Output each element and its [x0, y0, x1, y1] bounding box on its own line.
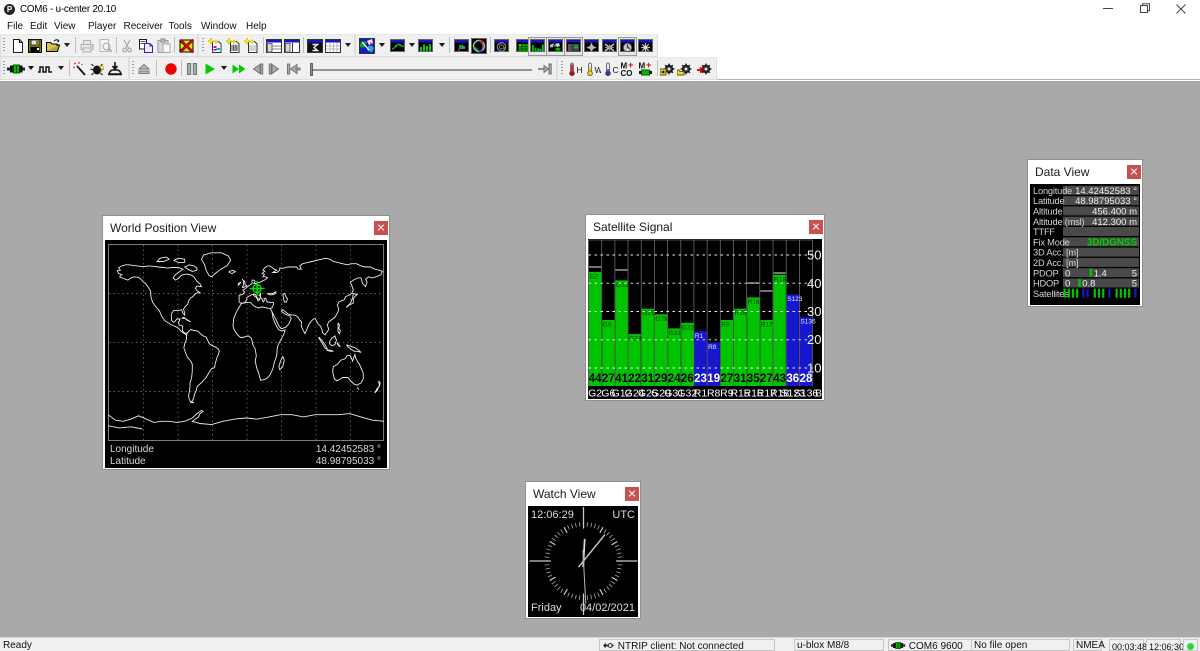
svg-text:19: 19: [707, 373, 720, 385]
svg-text:412.300 m: 412.300 m: [1092, 217, 1137, 228]
svg-text:R1: R1: [695, 333, 704, 340]
svg-text:28: 28: [800, 373, 813, 385]
svg-text:R8: R8: [708, 344, 717, 351]
svg-text:50: 50: [807, 248, 821, 263]
svg-text:M: M: [639, 62, 646, 71]
svg-text:23: 23: [694, 373, 707, 385]
svg-text:G31: G31: [669, 330, 682, 337]
svg-text:Altitude (msl): Altitude (msl): [1033, 217, 1085, 227]
svg-text:20: 20: [807, 332, 821, 347]
svg-text:36: 36: [786, 373, 799, 385]
svg-text:?: ?: [99, 64, 105, 74]
svg-text:C: C: [613, 65, 619, 75]
svg-text:G24: G24: [629, 336, 642, 343]
svg-text:22: 22: [628, 373, 641, 385]
svg-text:3D/DGNSS: 3D/DGNSS: [1087, 237, 1138, 248]
svg-text:29: 29: [655, 373, 668, 385]
svg-text:HDOP: HDOP: [1033, 279, 1059, 289]
svg-text:Fix Mode: Fix Mode: [1033, 237, 1070, 247]
svg-text:31: 31: [734, 373, 747, 385]
svg-text:24: 24: [668, 373, 681, 385]
svg-text:R9: R9: [721, 322, 730, 329]
svg-text:R18: R18: [774, 276, 786, 283]
svg-text:5: 5: [1132, 279, 1137, 290]
svg-text:+: +: [646, 61, 651, 70]
svg-text:R8: R8: [707, 388, 721, 400]
svg-text:G32: G32: [682, 324, 695, 331]
svg-text:0.8: 0.8: [1082, 279, 1095, 290]
svg-text:R16: R16: [748, 299, 760, 306]
svg-text:R1: R1: [694, 388, 708, 400]
svg-text:35: 35: [747, 373, 760, 385]
svg-text:CO: CO: [621, 69, 633, 77]
svg-text:31: 31: [641, 373, 654, 385]
svg-text:S123: S123: [787, 296, 803, 303]
svg-text:G2: G2: [588, 388, 602, 400]
svg-text:G29: G29: [655, 316, 668, 323]
svg-text:2D Acc. [m]: 2D Acc. [m]: [1033, 258, 1078, 268]
svg-text:Latitude: Latitude: [1033, 196, 1065, 206]
svg-text:27: 27: [721, 373, 734, 385]
svg-text:G6: G6: [603, 322, 612, 329]
svg-text:1.4: 1.4: [1094, 268, 1107, 279]
svg-text:Longitude: Longitude: [1033, 186, 1072, 196]
svg-text:Altitude: Altitude: [1033, 207, 1062, 217]
svg-text:TTFF: TTFF: [1033, 227, 1055, 237]
svg-text:27: 27: [602, 373, 615, 385]
svg-text:S136: S136: [800, 319, 816, 326]
svg-text:48.98795033 °: 48.98795033 °: [1075, 196, 1137, 207]
svg-text:41: 41: [615, 373, 628, 385]
svg-text:B: B: [815, 388, 822, 400]
svg-text:43: 43: [773, 373, 786, 385]
svg-text:H: H: [577, 65, 583, 75]
svg-text:40: 40: [807, 276, 821, 291]
svg-text:44: 44: [589, 373, 602, 385]
svg-text:R17: R17: [761, 322, 773, 329]
svg-text:PDOP: PDOP: [1033, 268, 1059, 278]
svg-text:W: W: [595, 65, 602, 75]
svg-text:30: 30: [807, 304, 821, 319]
svg-text:26: 26: [681, 373, 694, 385]
svg-text:27: 27: [760, 373, 773, 385]
svg-text:3D Acc. [m]: 3D Acc. [m]: [1033, 248, 1078, 258]
svg-text:G2: G2: [590, 273, 599, 280]
